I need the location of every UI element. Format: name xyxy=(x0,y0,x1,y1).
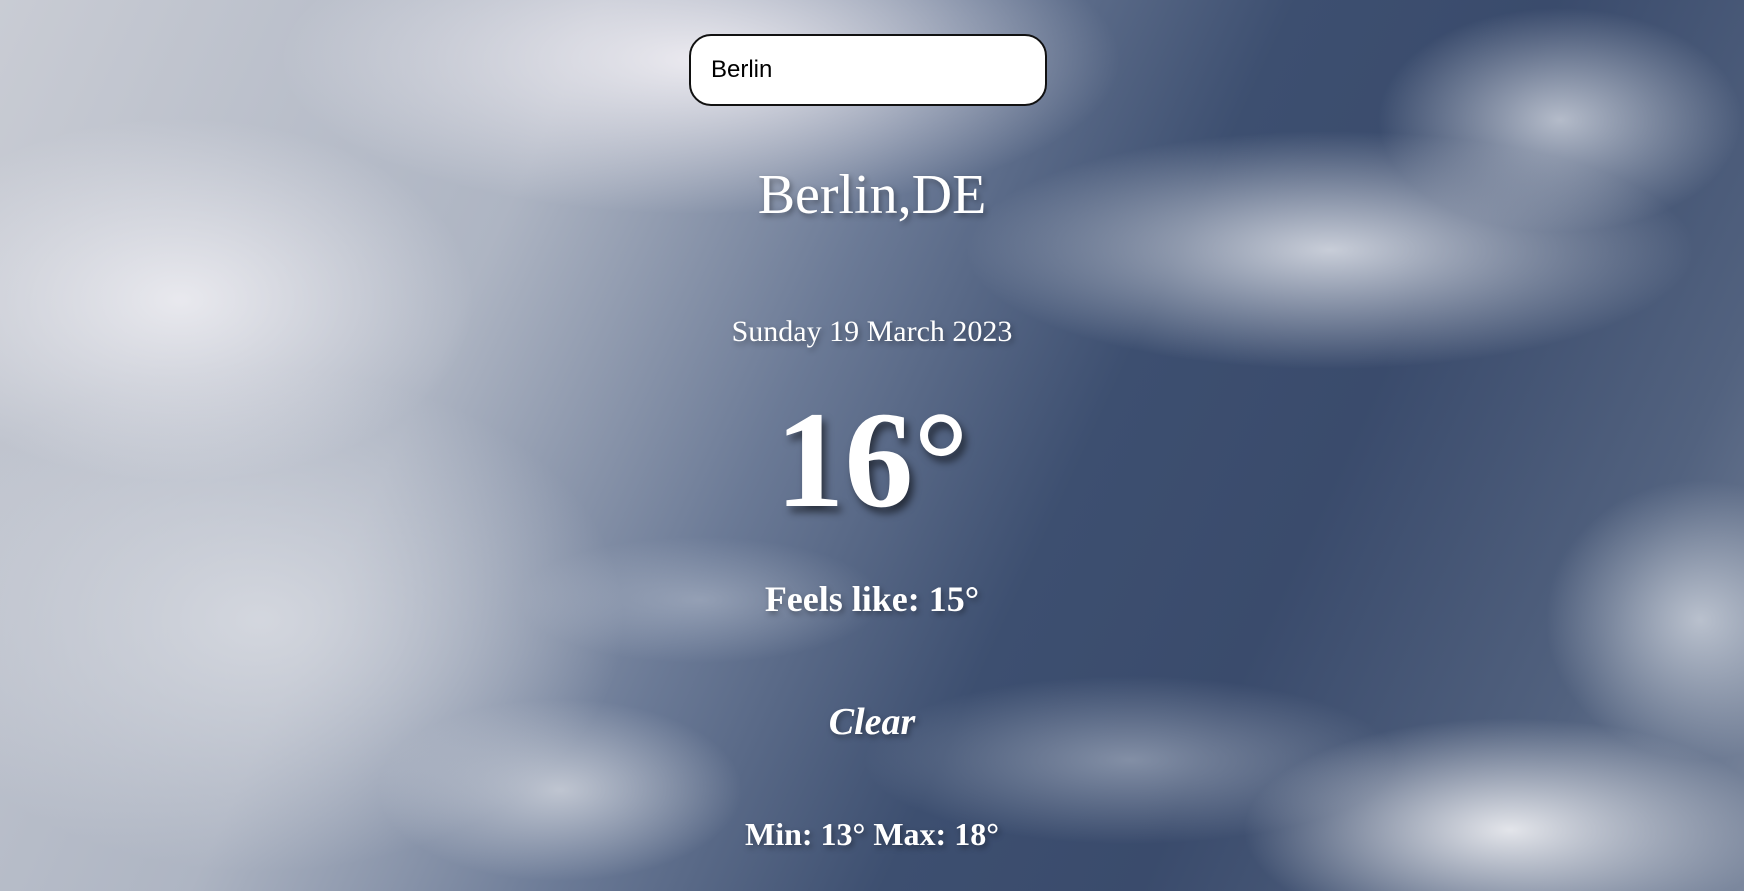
current-date: Sunday 19 March 2023 xyxy=(731,315,1013,348)
min-max-temperature: Min: 13° Max: 18° xyxy=(745,816,999,852)
weather-condition: Clear xyxy=(828,701,916,743)
feels-like-temperature: Feels like: 15° xyxy=(764,579,980,619)
current-temperature: 16° xyxy=(775,383,969,536)
city-search-input[interactable] xyxy=(689,34,1047,106)
search-box xyxy=(689,34,1047,106)
location-title: Berlin,DE xyxy=(757,164,987,226)
